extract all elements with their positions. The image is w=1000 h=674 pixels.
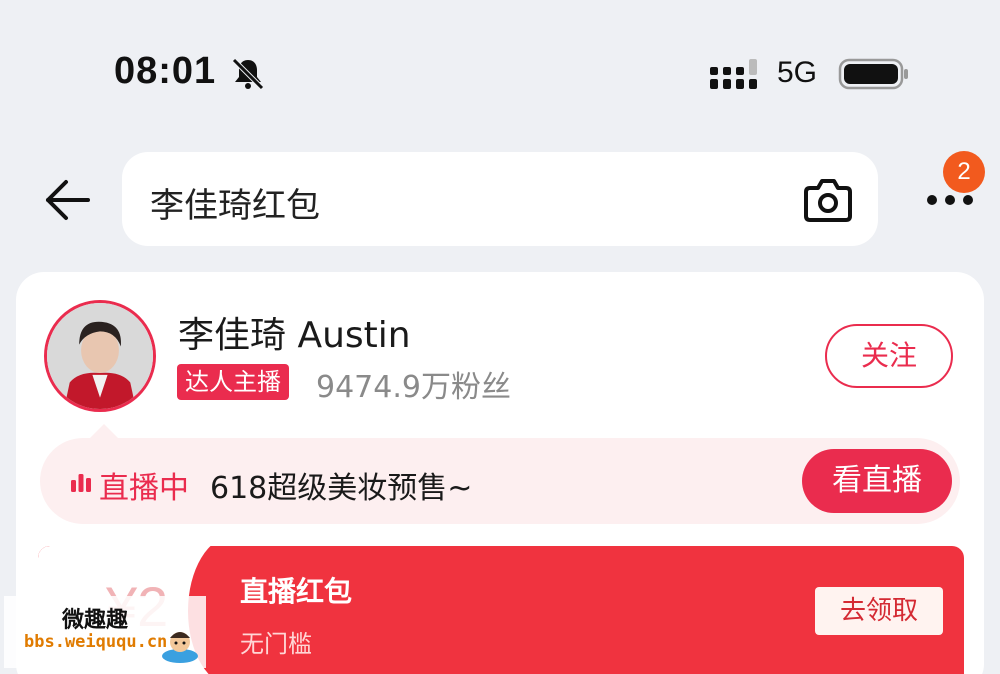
bell-muted-icon <box>232 58 264 90</box>
live-equalizer-icon <box>71 474 91 492</box>
streamer-name[interactable]: 李佳琦 Austin <box>178 306 411 358</box>
status-time: 08:01 <box>114 50 217 92</box>
network-label: 5G <box>777 56 818 89</box>
avatar-image <box>47 303 153 409</box>
search-query-text: 李佳琦红包 <box>150 186 320 226</box>
watch-live-button[interactable]: 看直播 <box>802 449 952 513</box>
packet-title: 直播红包 <box>240 575 353 608</box>
follow-button[interactable]: 关注 <box>825 324 953 388</box>
notification-badge: 2 <box>943 151 985 193</box>
mascot-icon <box>162 632 198 663</box>
live-bar-pointer <box>90 424 118 438</box>
live-status: 直播中 <box>99 471 189 506</box>
live-title: 618超级美妆预售~ <box>210 471 473 506</box>
watermark-url: bbs.weiququ.cn <box>24 632 168 652</box>
claim-button[interactable]: 去领取 <box>815 587 943 635</box>
back-arrow-icon[interactable] <box>44 178 92 222</box>
packet-subtitle: 无门槛 <box>240 630 312 658</box>
watermark-title: 微趣趣 <box>62 608 129 633</box>
fans-count: 9474.9万粉丝 <box>316 370 511 405</box>
signal-icon <box>710 59 757 89</box>
watermark: 微趣趣 bbs.weiququ.cn <box>4 596 206 668</box>
camera-icon[interactable] <box>802 174 854 224</box>
streamer-avatar[interactable] <box>44 300 156 412</box>
role-tag: 达人主播 <box>177 364 289 400</box>
search-input[interactable]: 李佳琦红包 <box>122 152 878 246</box>
battery-icon <box>838 58 908 90</box>
